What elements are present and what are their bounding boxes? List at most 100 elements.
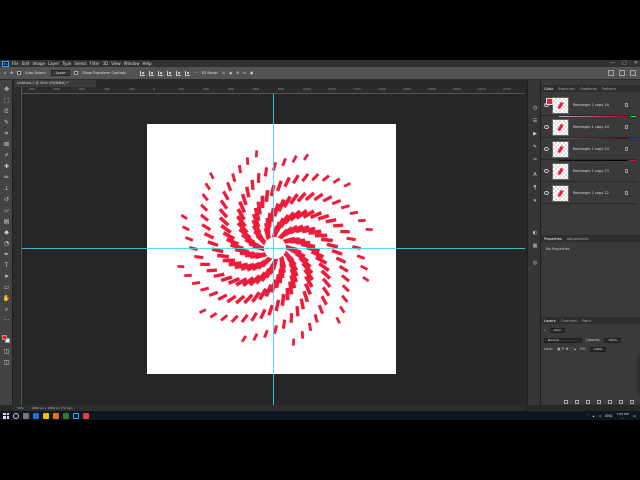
tab-gradients[interactable]: Gradients <box>580 87 597 91</box>
healing-tool-icon[interactable]: ✚ <box>3 163 10 170</box>
properties-icon[interactable]: ☰ <box>532 118 538 124</box>
menu-item-select[interactable]: Select <box>74 61 86 66</box>
orbit-3d-icon[interactable]: ◎ <box>222 71 225 75</box>
show-transform-checkbox[interactable] <box>74 71 79 75</box>
home-icon[interactable]: ⌂ <box>4 71 6 75</box>
brush-settings-icon[interactable]: ✎ <box>532 144 538 150</box>
auto-select-checkbox[interactable] <box>17 71 22 75</box>
new-layer-icon[interactable] <box>619 399 623 404</box>
adjustment-layer-icon[interactable] <box>597 399 601 404</box>
align-left-icon[interactable] <box>139 70 145 76</box>
align-bottom-icon[interactable] <box>184 70 190 76</box>
crop-tool-icon[interactable]: ⌗ <box>3 130 10 137</box>
move-tool-icon[interactable]: ✥ <box>3 86 10 93</box>
tab-adjustments[interactable]: Adjustments <box>567 237 589 241</box>
zoom-level[interactable]: 50% <box>17 406 24 410</box>
quick-select-tool-icon[interactable]: ✎ <box>3 119 10 126</box>
search-icon[interactable] <box>13 412 19 419</box>
frame-tool-icon[interactable]: ⊠ <box>3 141 10 148</box>
link-layers-icon[interactable] <box>564 399 568 404</box>
layer-row[interactable]: Rectangle 1 copy 24 <box>541 139 637 160</box>
menu-item-layer[interactable]: Layer <box>48 61 59 66</box>
gradient-tool-icon[interactable]: ▤ <box>3 218 10 225</box>
tab-patterns[interactable]: Patterns <box>602 87 616 91</box>
more-options-icon[interactable]: ··· <box>194 71 197 75</box>
eraser-tool-icon[interactable]: ▱ <box>3 207 10 214</box>
layer-row[interactable]: Rectangle 1 copy 24 <box>541 117 637 138</box>
menu-item-view[interactable]: View <box>111 61 121 66</box>
tab-swatches[interactable]: Swatches <box>558 87 575 91</box>
visibility-eye-icon[interactable] <box>544 169 549 173</box>
paragraph-icon[interactable]: ¶ <box>532 185 538 191</box>
dodge-tool-icon[interactable]: ◔ <box>3 240 10 247</box>
menu-item-edit[interactable]: Edit <box>22 61 30 66</box>
fill-input[interactable]: 100% <box>589 346 607 352</box>
document-canvas[interactable] <box>147 124 396 374</box>
group-icon[interactable] <box>608 399 612 404</box>
type-tool-icon[interactable]: T <box>3 262 10 269</box>
slide-3d-icon[interactable]: ⇔ <box>243 71 246 75</box>
menu-item-type[interactable]: Type <box>62 61 71 66</box>
zoom-tool-icon[interactable]: ⌕ <box>3 306 10 313</box>
adjustments-icon[interactable]: ◐ <box>532 230 538 236</box>
network-icon[interactable]: ▴ <box>593 414 595 418</box>
firefox-icon[interactable] <box>53 412 59 419</box>
move-tool-icon[interactable]: ✥ <box>10 71 13 75</box>
tray-arrow-icon[interactable]: ˄ <box>587 414 589 418</box>
maximize-icon[interactable]: □ <box>622 60 627 66</box>
tab-channels[interactable]: Channels <box>561 319 577 323</box>
tab-color[interactable]: Color <box>544 87 553 91</box>
stamp-tool-icon[interactable]: ⊥ <box>3 185 10 192</box>
document-tab[interactable]: Untitled-1 @ 50% (RGB/8#) * <box>14 80 96 87</box>
blur-tool-icon[interactable]: ◆ <box>3 229 10 236</box>
layer-name[interactable]: Rectangle 1 copy 22 <box>573 191 609 195</box>
search-icon[interactable] <box>608 70 614 76</box>
minimize-icon[interactable]: — <box>610 60 615 66</box>
menu-item-help[interactable]: Help <box>142 61 151 66</box>
share-icon[interactable] <box>630 70 636 76</box>
actions-icon[interactable]: ▶ <box>532 131 538 137</box>
pen-tool-icon[interactable]: ✒ <box>3 251 10 258</box>
windows-start-icon[interactable] <box>3 412 9 419</box>
scale-3d-icon[interactable]: ▣ <box>250 71 253 75</box>
path-select-tool-icon[interactable]: ➤ <box>3 273 10 280</box>
layer-name[interactable]: Rectangle 1 copy 24 <box>573 125 609 129</box>
shape-tool-icon[interactable]: ▭ <box>3 284 10 291</box>
tab-properties[interactable]: Properties <box>544 237 562 241</box>
foreground-color-swatch[interactable] <box>2 335 7 340</box>
notification-icon[interactable]: ▭ <box>633 414 636 418</box>
layer-name[interactable]: Rectangle 1 copy 24 <box>573 103 609 107</box>
visibility-eye-icon[interactable] <box>544 125 549 129</box>
eyedropper-tool-icon[interactable]: ⌿ <box>3 152 10 159</box>
close-icon[interactable]: ✕ <box>634 60 638 66</box>
tab-layers[interactable]: Layers <box>544 319 556 323</box>
edge-icon[interactable] <box>33 412 39 419</box>
marquee-tool-icon[interactable]: ⬚ <box>3 97 10 104</box>
auto-select-dropdown[interactable]: Layer <box>50 70 71 76</box>
pan-3d-icon[interactable]: ✣ <box>236 71 239 75</box>
photoshop-task-icon[interactable] <box>73 412 79 419</box>
libraries-icon[interactable]: ◎ <box>532 260 538 266</box>
menu-item-image[interactable]: Image <box>32 61 45 66</box>
screen-mode-icon[interactable]: ◫ <box>3 359 10 366</box>
hand-tool-icon[interactable]: ✋ <box>3 295 10 302</box>
character-icon[interactable]: A <box>532 172 538 178</box>
layer-name[interactable]: Rectangle 1 copy 24 <box>573 147 609 151</box>
trash-icon[interactable] <box>630 399 634 404</box>
horizontal-guide[interactable] <box>22 248 525 249</box>
clock[interactable]: 7:55 PM ... <box>617 412 629 420</box>
canvas-area[interactable] <box>22 94 525 405</box>
align-center-icon[interactable] <box>148 70 154 76</box>
status-arrow-icon[interactable]: › <box>81 406 82 410</box>
volume-icon[interactable]: ◁ <box>598 414 601 418</box>
history-icon[interactable]: ◷ <box>532 105 538 111</box>
workspace-icon[interactable] <box>619 70 625 76</box>
layer-row[interactable]: Rectangle 1 copy 23 <box>541 161 637 182</box>
edit-quick-mask-icon[interactable]: ◫ <box>3 348 10 355</box>
visibility-eye-icon[interactable] <box>544 191 549 195</box>
file-explorer-icon[interactable] <box>43 412 49 419</box>
layer-row[interactable]: Rectangle 1 copy 24 <box>541 95 637 116</box>
menu-item-window[interactable]: Window <box>124 61 140 66</box>
fx-icon[interactable] <box>575 399 579 404</box>
clone-source-icon[interactable]: ✂ <box>532 157 538 163</box>
